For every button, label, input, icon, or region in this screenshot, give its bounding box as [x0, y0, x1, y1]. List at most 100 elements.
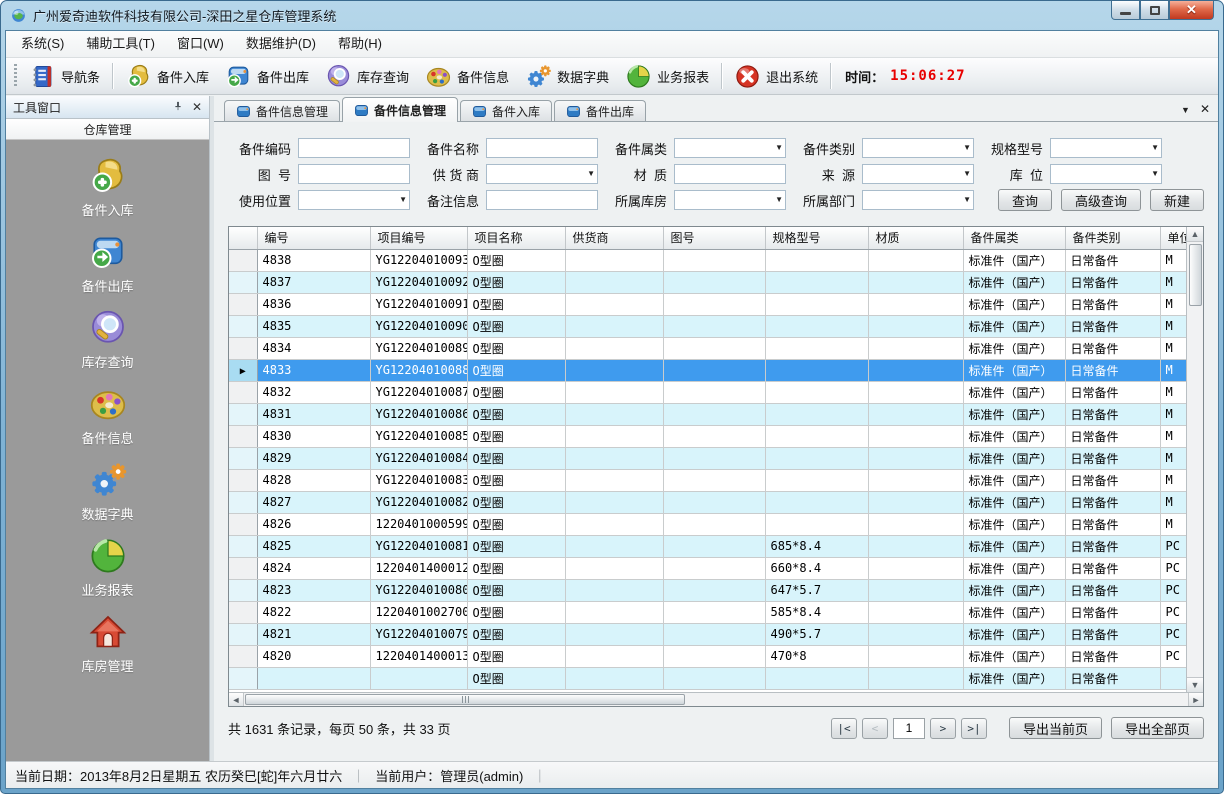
sidebar-item[interactable]: 库存查询 — [6, 308, 209, 371]
table-row[interactable]: ▶ 4837 YG12204010092 O型圈 — [229, 271, 1186, 293]
tab[interactable]: 备件信息管理 — [224, 100, 340, 121]
scroll-down-icon[interactable]: ▼ — [1187, 677, 1203, 692]
menu-item[interactable]: 帮助(H) — [327, 31, 393, 57]
tab[interactable]: 备件信息管理 — [342, 97, 458, 122]
sidebar-item[interactable]: 备件信息 — [6, 384, 209, 447]
text-field[interactable] — [298, 138, 410, 158]
table-row[interactable]: ▶ 4834 YG12204010089 O型圈 — [229, 337, 1186, 359]
toolbar-button[interactable]: 备件入库 — [117, 61, 217, 91]
table-row[interactable]: ▶ 4822 1220401002700 O型圈 585*8.4 — [229, 601, 1186, 623]
toolbar-button[interactable]: 备件出库 — [217, 61, 317, 91]
combo-field[interactable]: ▼ — [486, 164, 598, 184]
table-row[interactable]: ▶ 4826 1220401000599 O型圈 — [229, 513, 1186, 535]
table-row[interactable]: ▶ 4825 YG12204010081 O型圈 685*8.4 — [229, 535, 1186, 557]
tab-close-icon[interactable]: ✕ — [1200, 102, 1210, 116]
combo-field[interactable]: ▼ — [1050, 164, 1162, 184]
table-row[interactable]: ▶ 4828 YG12204010083 O型圈 — [229, 469, 1186, 491]
table-row[interactable]: ▶ 4829 YG12204010084 O型圈 — [229, 447, 1186, 469]
sidebar-group-title[interactable]: 仓库管理 — [6, 119, 209, 140]
toolbar-button[interactable]: 数据字典 — [517, 61, 617, 91]
text-field[interactable] — [674, 164, 786, 184]
scroll-right-icon[interactable]: ► — [1188, 693, 1203, 706]
column-header[interactable]: 备件属类 — [963, 227, 1065, 249]
toolbar-button[interactable]: 退出系统 — [726, 61, 826, 91]
column-header[interactable]: 材质 — [868, 227, 963, 249]
toolbar-button[interactable]: 备件信息 — [417, 61, 517, 91]
toolbar-button[interactable]: 库存查询 — [317, 61, 417, 91]
combo-field[interactable]: ▼ — [1050, 138, 1162, 158]
column-header[interactable]: 项目名称 — [467, 227, 565, 249]
pin-icon[interactable] — [172, 100, 184, 115]
column-header[interactable]: 图号 — [663, 227, 765, 249]
close-button[interactable]: ✕ — [1169, 1, 1214, 20]
toolbar-button[interactable]: 导航条 — [21, 61, 108, 91]
export-current-page-button[interactable]: 导出当前页 — [1009, 717, 1102, 739]
sidebar-item[interactable]: 数据字典 — [6, 460, 209, 523]
tab-list-menu-icon[interactable]: ▼ — [1181, 105, 1190, 116]
tab[interactable]: 备件出库 — [554, 100, 646, 121]
column-header[interactable]: 项目编号 — [370, 227, 467, 249]
horizontal-scrollbar[interactable]: ◄ ► — [229, 692, 1203, 706]
query-button[interactable]: 查询 — [998, 189, 1052, 211]
text-field[interactable] — [298, 164, 410, 184]
new-button[interactable]: 新建 — [1150, 189, 1204, 211]
combo-field[interactable]: ▼ — [862, 164, 974, 184]
vertical-scrollbar[interactable]: ▲ ▼ — [1186, 227, 1203, 692]
table-row[interactable]: ▶ 4827 YG12204010082 O型圈 — [229, 491, 1186, 513]
cell-figure — [663, 469, 765, 491]
first-page-button[interactable]: |< — [831, 718, 857, 739]
sidebar-close-icon[interactable]: ✕ — [192, 100, 202, 114]
vertical-scroll-thumb[interactable] — [1189, 244, 1202, 306]
text-field[interactable] — [486, 190, 598, 210]
toolbar-grip[interactable] — [14, 64, 17, 88]
last-page-button[interactable]: >| — [961, 718, 987, 739]
toolbar-button[interactable]: 业务报表 — [617, 61, 717, 91]
combo-field[interactable]: ▼ — [298, 190, 410, 210]
column-header[interactable]: 单位 — [1160, 227, 1186, 249]
sidebar-item[interactable]: 备件入库 — [6, 156, 209, 219]
prev-page-button[interactable]: < — [862, 718, 888, 739]
menu-item[interactable]: 数据维护(D) — [235, 31, 327, 57]
page-number-input[interactable]: 1 — [893, 718, 925, 739]
text-field[interactable] — [486, 138, 598, 158]
table-row[interactable]: ▶ 4838 YG12204010093 O型圈 — [229, 249, 1186, 271]
table-row[interactable]: ▶ 4821 YG12204010079 O型圈 490*5.7 — [229, 623, 1186, 645]
table-row[interactable]: ▶ 4824 1220401400012 O型圈 660*8.4 — [229, 557, 1186, 579]
menu-item[interactable]: 辅助工具(T) — [75, 31, 166, 57]
table-row[interactable]: ▶ 4835 YG12204010090 O型圈 — [229, 315, 1186, 337]
tab[interactable]: 备件入库 — [460, 100, 552, 121]
combo-field[interactable]: ▼ — [674, 138, 786, 158]
sidebar-item[interactable]: 库房管理 — [6, 612, 209, 675]
minimize-button[interactable] — [1111, 1, 1140, 20]
menu-item[interactable]: 系统(S) — [10, 31, 75, 57]
scroll-left-icon[interactable]: ◄ — [229, 693, 244, 706]
horizontal-scroll-thumb[interactable] — [245, 694, 685, 705]
column-header[interactable]: 备件类别 — [1065, 227, 1160, 249]
combo-field[interactable]: ▼ — [862, 190, 974, 210]
scroll-up-icon[interactable]: ▲ — [1187, 227, 1203, 242]
table-row[interactable]: ▶ 4833 YG12204010088 O型圈 — [229, 359, 1186, 381]
table-row[interactable]: ▶ O型圈 — [229, 667, 1186, 689]
table-row[interactable]: ▶ 4831 YG12204010086 O型圈 — [229, 403, 1186, 425]
combo-field[interactable]: ▼ — [674, 190, 786, 210]
sidebar-item[interactable]: 备件出库 — [6, 232, 209, 295]
advanced-query-button[interactable]: 高级查询 — [1061, 189, 1141, 211]
menu-item[interactable]: 窗口(W) — [166, 31, 235, 57]
next-page-button[interactable]: > — [930, 718, 956, 739]
table-row[interactable]: ▶ 4823 YG12204010080 O型圈 647*5.7 — [229, 579, 1186, 601]
cell-material — [868, 403, 963, 425]
title-bar[interactable]: 广州爱奇迪软件科技有限公司-深田之星仓库管理系统 ✕ — [1, 1, 1223, 30]
table-row[interactable]: ▶ 4836 YG12204010091 O型圈 — [229, 293, 1186, 315]
sidebar-item[interactable]: 业务报表 — [6, 536, 209, 599]
table-row[interactable]: ▶ 4820 1220401400013 O型圈 470*8 — [229, 645, 1186, 667]
table-row[interactable]: ▶ 4832 YG12204010087 O型圈 — [229, 381, 1186, 403]
cell-figure — [663, 513, 765, 535]
column-header[interactable]: 编号 — [257, 227, 370, 249]
column-header[interactable]: 供货商 — [565, 227, 663, 249]
cell-category: 标准件（国产） — [963, 645, 1065, 667]
column-header[interactable]: 规格型号 — [765, 227, 868, 249]
combo-field[interactable]: ▼ — [862, 138, 974, 158]
table-row[interactable]: ▶ 4830 YG12204010085 O型圈 — [229, 425, 1186, 447]
maximize-button[interactable] — [1140, 1, 1169, 20]
export-all-pages-button[interactable]: 导出全部页 — [1111, 717, 1204, 739]
